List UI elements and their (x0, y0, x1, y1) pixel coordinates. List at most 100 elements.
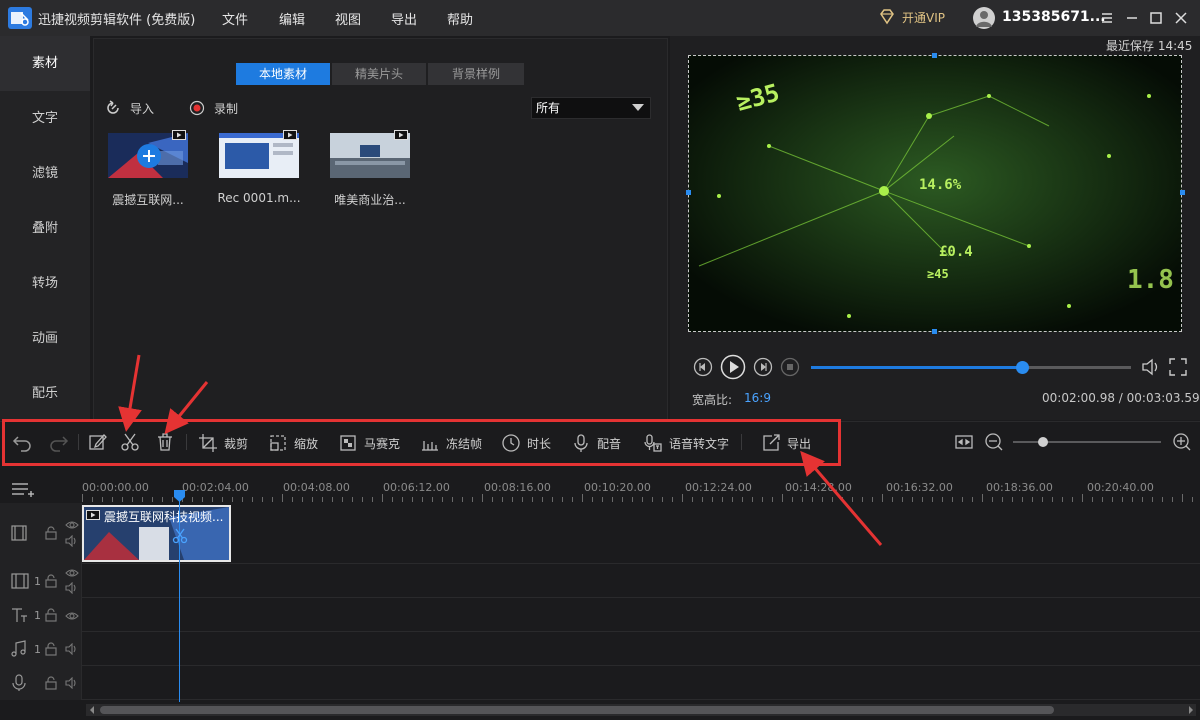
resize-handle[interactable] (932, 53, 937, 58)
film-strip-icon (10, 572, 30, 590)
scroll-right-icon[interactable] (1187, 705, 1195, 715)
eye-icon[interactable] (65, 520, 79, 530)
fit-timeline-icon[interactable] (954, 432, 974, 452)
playhead[interactable] (179, 494, 180, 702)
video-type-icon (394, 130, 408, 140)
ruler-time-label: 00:20:40.00 (1087, 481, 1154, 494)
record-icon[interactable] (189, 100, 205, 116)
aspect-ratio-label: 宽高比: (692, 393, 733, 407)
ruler-time-label: 00:16:32.00 (886, 481, 953, 494)
ruler-time-label: 00:06:12.00 (383, 481, 450, 494)
stop-icon[interactable] (780, 357, 800, 377)
media-name-2: Rec 0001.m... (217, 191, 301, 205)
track-number: 1 (34, 609, 41, 622)
text-track-icon (10, 606, 30, 624)
app-logo-icon (8, 7, 32, 29)
import-button[interactable]: 导入 (130, 100, 154, 117)
previous-frame-icon[interactable] (693, 357, 713, 377)
filter-select-value: 所有 (536, 101, 561, 115)
track-text (0, 598, 1200, 632)
track-voiceover (0, 666, 1200, 700)
ruler-time-label: 00:18:36.00 (986, 481, 1053, 494)
menu-help[interactable]: 帮助 (447, 9, 473, 28)
film-icon (10, 524, 28, 542)
scroll-left-icon[interactable] (88, 705, 96, 715)
track-video-overlay (0, 564, 1200, 598)
tab-background-samples[interactable]: 背景样例 (428, 63, 524, 85)
annotation-highlight-box (2, 419, 841, 466)
next-frame-icon[interactable] (753, 357, 773, 377)
lock-icon[interactable] (44, 608, 58, 622)
save-status: 最近保存 14:45 (1106, 39, 1193, 53)
maximize-icon[interactable] (1146, 8, 1166, 28)
overlay-number: 1.8 (1127, 265, 1174, 295)
fullscreen-icon[interactable] (1167, 356, 1189, 378)
media-panel (93, 38, 668, 420)
menu-file[interactable]: 文件 (222, 9, 248, 28)
time-readout: 00:02:00.98 / 00:03:03.59 (1042, 391, 1200, 405)
username[interactable]: 135385671... (1002, 9, 1106, 25)
overlay-number: 14.6% (919, 177, 962, 193)
menu-view[interactable]: 视图 (335, 9, 361, 28)
menu-export[interactable]: 导出 (391, 9, 417, 28)
eye-icon[interactable] (65, 568, 79, 578)
import-icon[interactable] (104, 99, 122, 117)
music-note-icon (10, 640, 28, 658)
timeline-zoom-knob[interactable] (1037, 437, 1048, 447)
avatar[interactable] (973, 7, 995, 29)
overlay-number: ≥45 (927, 267, 949, 281)
add-track-icon[interactable] (10, 480, 36, 498)
menu-icon[interactable] (1097, 8, 1117, 28)
eye-icon[interactable] (65, 611, 79, 621)
video-type-icon (86, 510, 100, 520)
speaker-icon[interactable] (65, 643, 79, 655)
lock-icon[interactable] (44, 574, 58, 588)
microphone-icon (10, 674, 28, 692)
sidebar-item-media[interactable]: 素材 (0, 36, 90, 91)
speaker-icon[interactable] (65, 582, 79, 594)
chevron-down-icon[interactable] (632, 104, 644, 112)
media-name-3: 唯美商业治... (334, 193, 406, 207)
tab-local-media[interactable]: 本地素材 (236, 63, 330, 85)
record-button[interactable]: 录制 (214, 100, 238, 117)
menu-edit[interactable]: 编辑 (279, 9, 305, 28)
lock-icon[interactable] (44, 642, 58, 656)
timeline-scrollbar-thumb[interactable] (100, 706, 1054, 714)
video-type-icon (283, 130, 297, 140)
track-number: 1 (34, 575, 41, 588)
play-icon[interactable] (720, 354, 746, 380)
volume-icon[interactable] (1140, 356, 1162, 378)
timeline-ruler[interactable] (82, 494, 1200, 502)
sidebar-item-text[interactable]: 文字 (0, 91, 90, 146)
sidebar-item-overlay[interactable]: 叠附 (0, 201, 90, 256)
minimize-icon[interactable] (1122, 8, 1142, 28)
video-preview[interactable]: ≥35 14.6% £0.4 ≥45 1.8 (688, 55, 1182, 332)
overlay-number: £0.4 (939, 244, 973, 260)
sidebar-item-music[interactable]: 配乐 (0, 366, 90, 421)
resize-handle[interactable] (932, 329, 937, 334)
vip-diamond-icon[interactable] (878, 8, 896, 28)
lock-icon[interactable] (44, 526, 58, 540)
sidebar-item-transition[interactable]: 转场 (0, 256, 90, 311)
lock-icon[interactable] (44, 676, 58, 690)
zoom-in-icon[interactable] (1172, 432, 1192, 452)
add-to-timeline-icon[interactable] (137, 144, 161, 168)
sidebar-item-filter[interactable]: 滤镜 (0, 146, 90, 201)
split-scissors-icon[interactable] (171, 527, 189, 545)
aspect-ratio-value[interactable]: 16:9 (744, 391, 771, 405)
playhead-marker-icon[interactable] (174, 490, 185, 502)
close-icon[interactable] (1171, 8, 1191, 28)
vip-button[interactable]: 开通VIP (902, 9, 945, 26)
speaker-icon[interactable] (65, 677, 79, 689)
resize-handle[interactable] (686, 190, 691, 195)
tab-intro-templates[interactable]: 精美片头 (332, 63, 426, 85)
ruler-time-label: 00:14:28.00 (785, 481, 852, 494)
speaker-icon[interactable] (65, 535, 79, 547)
ruler-time-label: 00:02:04.00 (182, 481, 249, 494)
resize-handle[interactable] (1180, 190, 1185, 195)
ruler-time-label: 00:08:16.00 (484, 481, 551, 494)
sidebar-item-animation[interactable]: 动画 (0, 311, 90, 366)
timeline-zoom-slider[interactable] (1013, 441, 1161, 443)
track-music (0, 632, 1200, 666)
zoom-out-icon[interactable] (984, 432, 1004, 452)
